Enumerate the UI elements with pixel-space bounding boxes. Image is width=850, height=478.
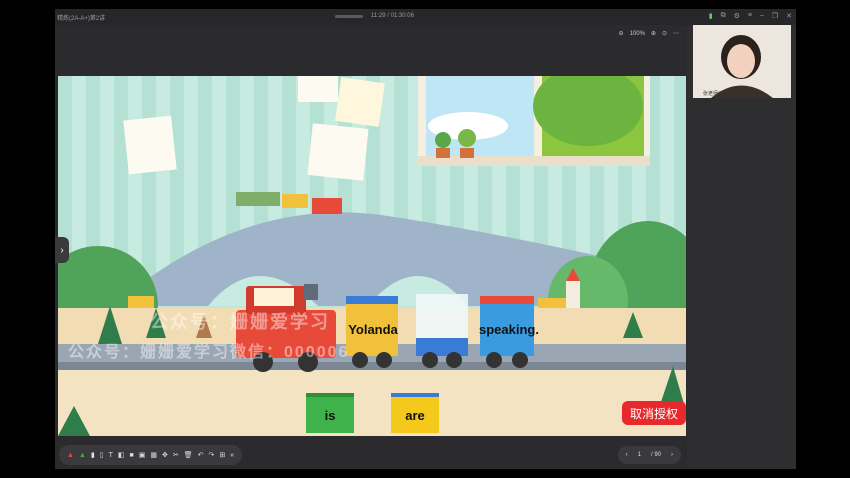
highlighter-icon[interactable]: ▲ bbox=[79, 452, 86, 459]
app-root: 精炼(2A-A+)第2讲 11:29 / 01:30:06 ▮ ⧉ ⚙ ≡ – … bbox=[0, 0, 850, 478]
share-icon[interactable]: ⧉ bbox=[721, 12, 726, 20]
watermark-line1: 公众号：姗姗爱学习 bbox=[150, 312, 330, 332]
classroom-window: 精炼(2A-A+)第2讲 11:29 / 01:30:06 ▮ ⧉ ⚙ ≡ – … bbox=[55, 9, 796, 469]
expand-panel-button[interactable]: › bbox=[55, 237, 69, 263]
bottom-toolbar: ▲ ▲ ▮ ▯ T ◧ ■ ▣ ▦ ✥ ✂ 🗑 ↶ ↷ ⊞ « ‹ 1 / 90 bbox=[55, 443, 687, 469]
drawing-tools: ▲ ▲ ▮ ▯ T ◧ ■ ▣ ▦ ✥ ✂ 🗑 ↶ ↷ ⊞ « bbox=[59, 445, 243, 465]
fit-icon[interactable]: ⊙ bbox=[662, 30, 667, 37]
page-current[interactable]: 1 bbox=[638, 452, 641, 458]
game-icon[interactable]: ⊞ bbox=[219, 451, 225, 459]
train-scene-illustration bbox=[58, 76, 686, 436]
page-navigator: ‹ 1 / 90 › bbox=[617, 446, 681, 464]
video-panel: 张老师(老师) bbox=[687, 25, 796, 469]
more-icon[interactable]: ⋯ bbox=[673, 30, 679, 37]
teacher-name-label: 张老师(老师) bbox=[703, 91, 732, 97]
lesson-title: 精炼(2A-A+)第2讲 bbox=[57, 16, 106, 22]
page-total: / 90 bbox=[650, 452, 661, 458]
pen-icon[interactable]: ▲ bbox=[67, 452, 74, 459]
next-page-icon[interactable]: › bbox=[671, 452, 673, 458]
prev-page-icon[interactable]: ‹ bbox=[626, 452, 628, 458]
menu-icon[interactable]: ≡ bbox=[748, 12, 752, 20]
watermark-line2: 公众号：姗姗爱学习微信：000006 bbox=[68, 344, 350, 361]
choice-card-is[interactable]: is bbox=[306, 393, 354, 433]
zoom-level: 100% bbox=[629, 30, 645, 37]
chevron-right-icon: › bbox=[60, 244, 64, 256]
collapse-icon[interactable]: « bbox=[230, 452, 234, 459]
window-controls: ▮ ⧉ ⚙ ≡ – ❐ ✕ bbox=[709, 12, 792, 20]
teacher-avatar bbox=[693, 25, 791, 98]
choice-card-are[interactable]: are bbox=[391, 393, 439, 433]
choice-card-is-label: is bbox=[324, 407, 336, 423]
text-icon[interactable]: T bbox=[109, 452, 113, 459]
minimize-icon[interactable]: – bbox=[760, 12, 764, 20]
grid-icon[interactable]: ▦ bbox=[150, 451, 157, 459]
restore-icon[interactable]: ❐ bbox=[772, 12, 778, 20]
courseware-stage[interactable]: 公众号：姗姗爱学习 公众号：姗姗爱学习微信：000006 Yolanda spe… bbox=[58, 76, 686, 436]
cut-icon[interactable]: ✂ bbox=[173, 451, 179, 459]
whiteboard-icon[interactable]: ▯ bbox=[100, 451, 104, 459]
zoom-out-icon[interactable]: ⊖ bbox=[619, 30, 624, 37]
close-icon[interactable]: ✕ bbox=[786, 12, 792, 20]
sentence-word-yolanda: Yolanda bbox=[348, 322, 398, 337]
undo-icon[interactable]: ↶ bbox=[198, 451, 204, 459]
title-bar: 精炼(2A-A+)第2讲 11:29 / 01:30:06 ▮ ⧉ ⚙ ≡ – … bbox=[55, 9, 796, 25]
cancel-authorization-button[interactable]: 取消授权 bbox=[622, 401, 686, 425]
choice-card-are-label: are bbox=[405, 407, 425, 423]
eraser-icon[interactable]: ▮ bbox=[91, 451, 95, 459]
delete-icon[interactable]: 🗑 bbox=[184, 451, 193, 459]
sentence-word-speaking: speaking. bbox=[479, 322, 539, 337]
playback-progress[interactable] bbox=[335, 15, 363, 18]
rect-icon[interactable]: ■ bbox=[130, 452, 134, 459]
image-icon[interactable]: ▣ bbox=[139, 451, 146, 459]
zoom-in-icon[interactable]: ⊕ bbox=[651, 30, 656, 37]
redo-icon[interactable]: ↷ bbox=[209, 451, 215, 459]
elapsed-time: 11:29 / 01:30:06 bbox=[371, 13, 414, 19]
shape-icon[interactable]: ◧ bbox=[118, 451, 125, 459]
teacher-camera: 张老师(老师) bbox=[693, 25, 791, 98]
settings-icon[interactable]: ⚙ bbox=[734, 12, 740, 20]
signal-icon: ▮ bbox=[708, 13, 713, 20]
view-toolbar: ⊖ 100% ⊕ ⊙ ⋯ bbox=[55, 25, 687, 43]
move-icon[interactable]: ✥ bbox=[162, 451, 168, 459]
